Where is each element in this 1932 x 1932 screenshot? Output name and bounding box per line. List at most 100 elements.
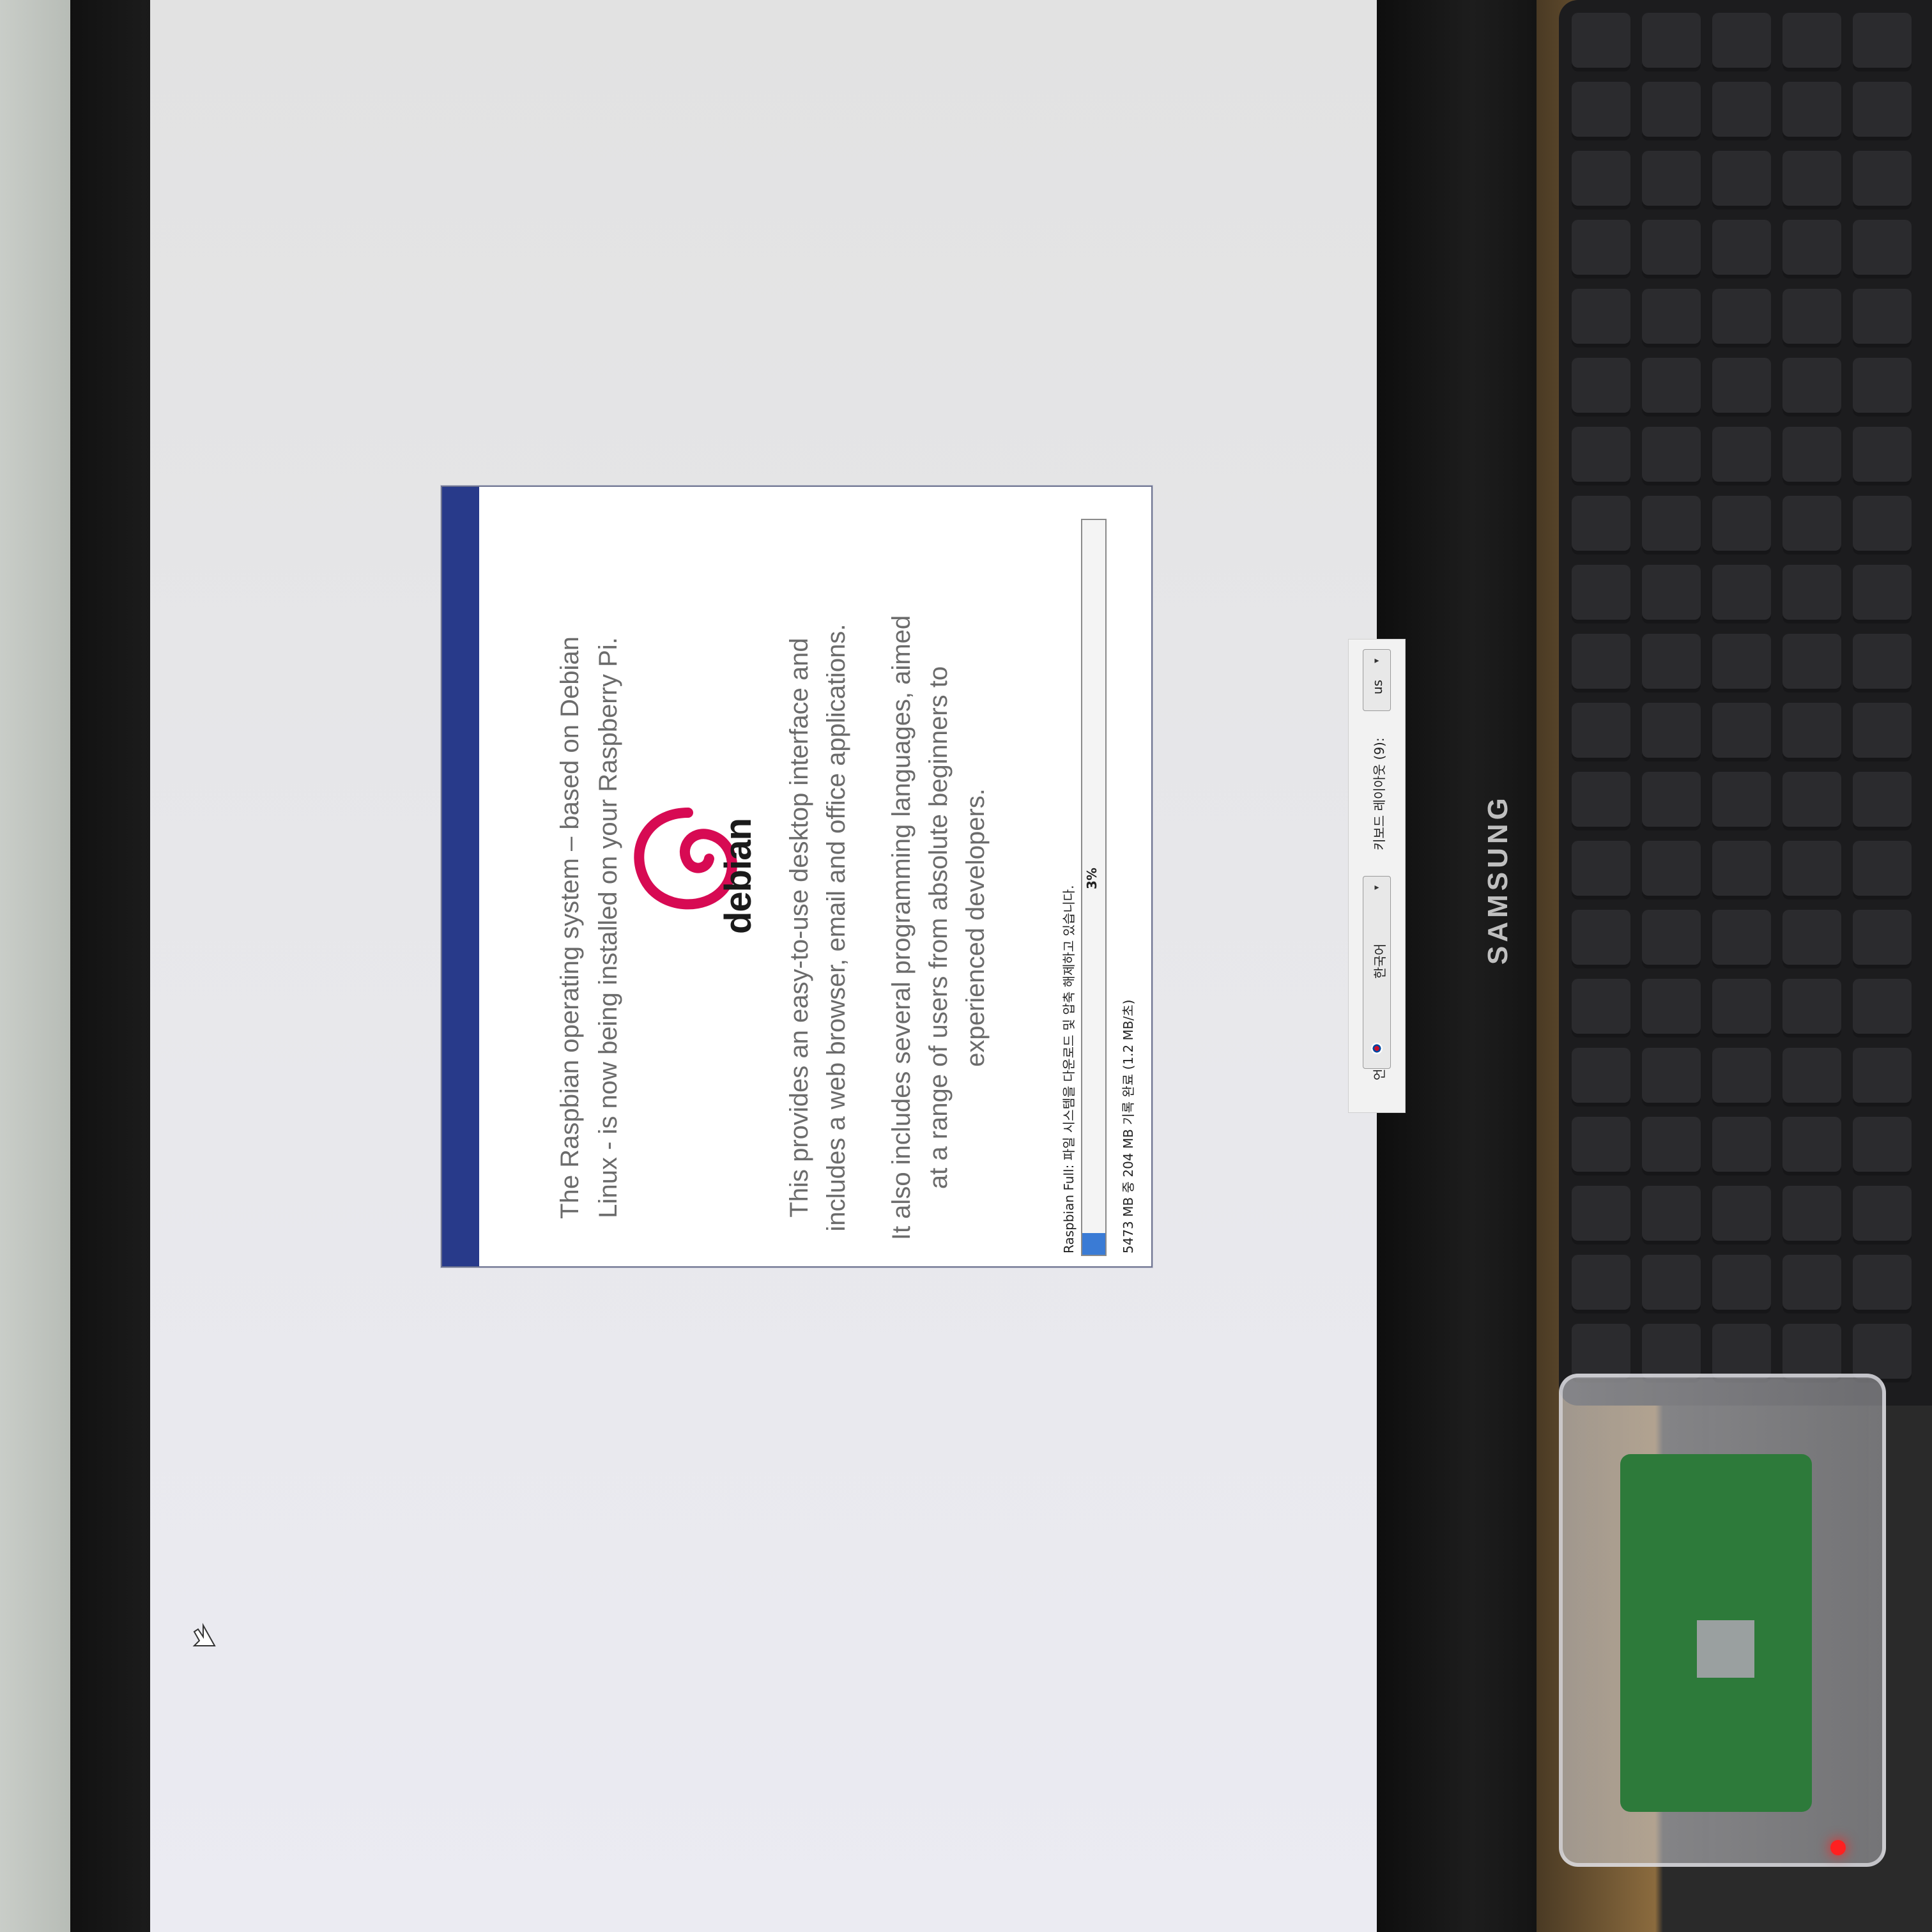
keyboard-key — [1853, 289, 1912, 348]
languages-paragraph: It also includes several programming lan… — [887, 615, 990, 1241]
korea-flag-icon — [1371, 1043, 1383, 1054]
keyboard-key — [1853, 979, 1912, 1038]
keyboard-key — [1853, 151, 1912, 210]
keyboard-key — [1853, 82, 1912, 141]
keyboard-key — [1642, 841, 1701, 900]
keyboard-key — [1782, 703, 1841, 762]
keyboard-key — [1642, 634, 1701, 693]
desktop-paragraph: This provides an easy-to-use desktop int… — [785, 624, 850, 1232]
keyboard-key — [1712, 427, 1771, 486]
keyboard-key — [1642, 13, 1701, 72]
keyboard-key — [1642, 1255, 1701, 1314]
keyboard-key — [1782, 910, 1841, 969]
keyboard-key — [1712, 289, 1771, 348]
keyboard-key — [1572, 82, 1630, 141]
pi-power-led — [1830, 1840, 1846, 1855]
keyboard-key — [1572, 289, 1630, 348]
keyboard-key — [1642, 1117, 1701, 1176]
keyboard-key — [1782, 289, 1841, 348]
keyboard-key — [1782, 841, 1841, 900]
keyboard-key — [1853, 13, 1912, 72]
keyboard-key — [1712, 1048, 1771, 1107]
keyboard-key — [1712, 1186, 1771, 1245]
keyboard-key — [1712, 910, 1771, 969]
keyboard-key — [1782, 1186, 1841, 1245]
keyboard-layout-label: 키보드 레이아웃 (9): — [1372, 737, 1387, 850]
keyboard-key — [1642, 910, 1701, 969]
keyboard-key — [1712, 151, 1771, 210]
language-select[interactable]: 한국어 ▸ — [1363, 876, 1391, 1069]
progress-bar-fill — [1082, 1232, 1105, 1255]
keyboard-key — [1572, 1255, 1630, 1314]
settings-bar: 언어 (L): 한국어 ▸ 키보드 레이아웃 (9): us ▸ — [1348, 639, 1406, 1113]
keyboard-key — [1782, 979, 1841, 1038]
keyboard-key — [1782, 13, 1841, 72]
keyboard-key — [1572, 13, 1630, 72]
keyboard-key — [1642, 151, 1701, 210]
debian-wordmark: debian — [717, 818, 759, 934]
keyboard-key — [1642, 565, 1701, 624]
keyboard-key — [1782, 82, 1841, 141]
keyboard-key — [1572, 979, 1630, 1038]
keyboard-key — [1572, 220, 1630, 279]
keyboard-key — [1712, 565, 1771, 624]
keyboard-key — [1572, 1117, 1630, 1176]
keyboard-key — [1712, 703, 1771, 762]
keyboard-key — [1712, 1117, 1771, 1176]
keyboard-key — [1712, 82, 1771, 141]
keyboard-key — [1712, 220, 1771, 279]
keyboard-key — [1572, 151, 1630, 210]
keyboard-key — [1572, 1186, 1630, 1245]
keyboard-key — [1782, 220, 1841, 279]
keyboard-key — [1712, 979, 1771, 1038]
keyboard-key — [1642, 289, 1701, 348]
monitor-brand-label: SAMSUNG — [1482, 794, 1514, 965]
keyboard-key — [1782, 151, 1841, 210]
pi-chip — [1697, 1620, 1754, 1678]
keyboard-key — [1853, 427, 1912, 486]
keyboard-key — [1572, 427, 1630, 486]
keyboard-key — [1572, 703, 1630, 762]
keyboard-key — [1782, 565, 1841, 624]
keyboard-key — [1712, 358, 1771, 417]
keyboard-key — [1853, 634, 1912, 693]
language-value: 한국어 — [1372, 943, 1388, 979]
keyboard-key — [1642, 703, 1701, 762]
keyboard-key — [1572, 910, 1630, 969]
keyboard-key — [1642, 772, 1701, 831]
keyboard-key — [1853, 565, 1912, 624]
mouse-cursor-icon — [192, 1623, 216, 1646]
keyboard-key — [1853, 1117, 1912, 1176]
keyboard-key — [1853, 1048, 1912, 1107]
keyboard-key — [1853, 910, 1912, 969]
keyboard-key — [1572, 496, 1630, 555]
keyboard-layout-select[interactable]: us ▸ — [1363, 649, 1391, 711]
keyboard-key — [1853, 772, 1912, 831]
keyboard-layout-value: us — [1370, 679, 1385, 694]
keyboard-key — [1712, 13, 1771, 72]
keyboard-key — [1572, 565, 1630, 624]
keyboard-key — [1712, 772, 1771, 831]
keyboard-key — [1642, 1186, 1701, 1245]
keyboard-key — [1853, 358, 1912, 417]
keyboard-key — [1712, 496, 1771, 555]
keyboard-key — [1853, 220, 1912, 279]
raspberry-pi-board — [1620, 1454, 1812, 1812]
keyboard-key — [1572, 634, 1630, 693]
keyboard-key — [1853, 703, 1912, 762]
keyboard-key — [1782, 1255, 1841, 1314]
keyboard-key — [1782, 634, 1841, 693]
keyboard-key — [1712, 1255, 1771, 1314]
keyboard-key — [1853, 1255, 1912, 1314]
keyboard-key — [1572, 772, 1630, 831]
keyboard-key — [1782, 358, 1841, 417]
keyboard-key — [1642, 358, 1701, 417]
keyboard-key — [1782, 496, 1841, 555]
keyboard-key — [1642, 427, 1701, 486]
progress-detail-text: 5473 MB 중 204 MB 기록 완료 (1.2 MB/초) — [1121, 999, 1136, 1254]
keyboard-key — [1572, 841, 1630, 900]
progress-percent-label: 3% — [1084, 868, 1100, 889]
keyboard-key — [1853, 496, 1912, 555]
dialog-title-stripe — [442, 487, 479, 1266]
raspberry-pi-case — [1559, 1374, 1886, 1867]
